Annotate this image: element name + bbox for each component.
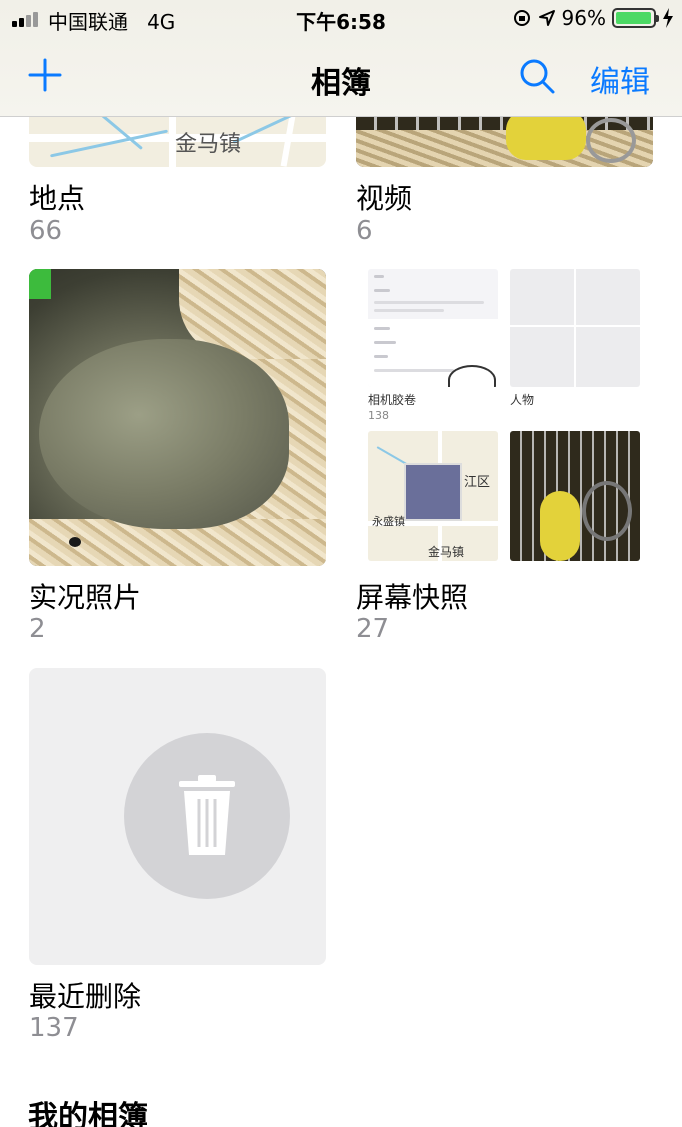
- map-label: 金马镇: [175, 132, 242, 157]
- album-count: 27: [356, 614, 390, 644]
- search-icon[interactable]: [518, 57, 556, 95]
- mini-map-label: 金马镇: [428, 545, 465, 559]
- album-count: 6: [356, 216, 373, 246]
- mini-label: 人物: [510, 393, 535, 407]
- charging-icon: [663, 8, 673, 28]
- album-count: 2: [29, 614, 46, 644]
- mini-people: [510, 269, 640, 387]
- mini-count: 138: [368, 409, 389, 422]
- album-title: 屏幕快照: [356, 581, 469, 614]
- mini-map: 江区 永盛镇 金马镇: [368, 431, 498, 561]
- orientation-lock-icon: [513, 10, 530, 26]
- battery-icon: [612, 8, 659, 28]
- album-title: 最近删除: [29, 980, 142, 1013]
- recently-deleted-album-thumbnail[interactable]: [29, 668, 326, 965]
- edit-button[interactable]: 编辑: [590, 57, 650, 101]
- album-title: 实况照片: [29, 581, 142, 614]
- mini-cage-photo: [510, 431, 640, 561]
- mini-map-label: 永盛镇: [372, 515, 405, 528]
- status-bar: 中国联通 4G 下午6:58 96%: [0, 0, 682, 38]
- navigation-bar: 相簿 编辑: [0, 50, 682, 104]
- mini-label: 相机胶卷: [368, 393, 417, 407]
- live-photos-album-thumbnail[interactable]: [29, 269, 326, 566]
- page-title: 相簿: [311, 66, 371, 101]
- album-count: 66: [29, 216, 63, 246]
- header: 中国联通 4G 下午6:58 96% 相簿 编辑: [0, 0, 682, 117]
- album-title: 地点: [29, 182, 86, 215]
- status-right: 96%: [512, 6, 674, 30]
- trash-icon-background: [124, 733, 290, 899]
- battery-percent: 96%: [561, 6, 606, 30]
- mini-map-label: 江区: [464, 475, 491, 490]
- location-icon: [538, 10, 555, 26]
- screenshots-album-thumbnail[interactable]: 相机胶卷 138 人物 江区 永盛镇 金马镇: [356, 269, 653, 566]
- section-title: 我的相簿: [28, 1100, 148, 1127]
- trash-icon: [179, 775, 235, 855]
- album-count: 137: [29, 1013, 79, 1043]
- mini-screenshot: [368, 269, 498, 387]
- album-title: 视频: [356, 182, 413, 215]
